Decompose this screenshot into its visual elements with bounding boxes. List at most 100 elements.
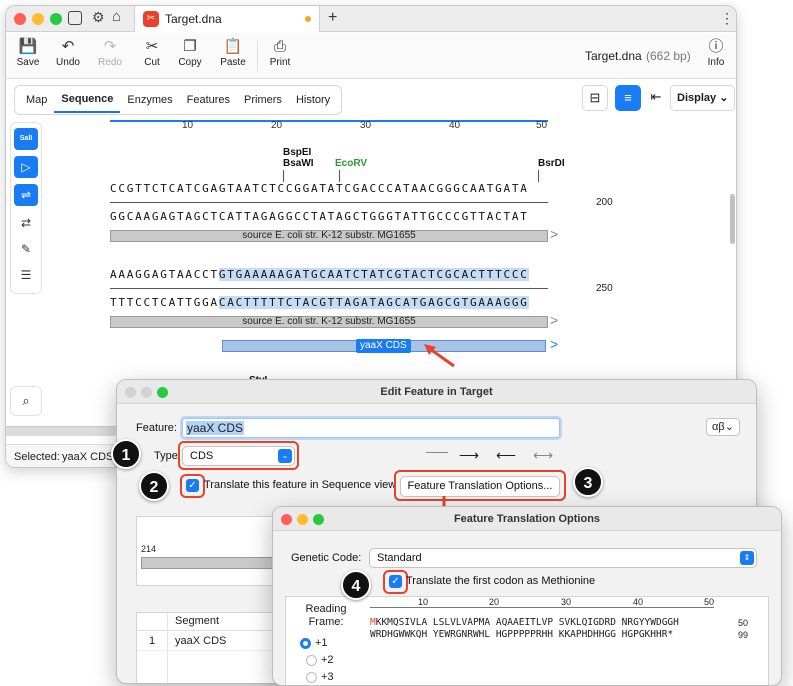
annotation-arrow-icon: [424, 344, 455, 368]
bottom-strand-seq[interactable]: GGCAAGAGTAGCTCATTAGAGGCCTATAGCTGGGTATTGC…: [110, 210, 529, 223]
tab-primers[interactable]: Primers: [237, 86, 289, 114]
info-button[interactable]: ⓘ Info: [696, 37, 736, 68]
paste-button[interactable]: 📋 Paste: [213, 37, 253, 68]
dialog-minimize-button[interactable]: [297, 514, 308, 525]
zoom-window-button[interactable]: [50, 13, 62, 25]
home-icon[interactable]: ⌂: [112, 8, 121, 25]
feature-name-input[interactable]: yaaX CDS: [182, 418, 560, 438]
toolbar-divider: [257, 41, 258, 71]
document-tab-title: Target.dna: [165, 12, 222, 26]
linear-view-icon[interactable]: ⊟: [582, 85, 608, 111]
source-feature[interactable]: source E. coli str. K-12 substr. MG1655: [110, 230, 548, 242]
tab-map[interactable]: Map: [19, 86, 54, 114]
translate-feature-label: Translate this feature in Sequence view: [204, 479, 397, 491]
translation-tool-icon[interactable]: ⇌: [14, 184, 38, 206]
dialog-close-button[interactable]: [281, 514, 292, 525]
preview-ruler-tick: 30: [561, 597, 572, 607]
highlight-ring-type: [178, 441, 299, 470]
save-button[interactable]: 💾 Save: [8, 37, 48, 68]
feature-tool-icon[interactable]: ▷: [14, 156, 38, 178]
printer-icon: ⎙: [273, 38, 286, 55]
enzyme-ecorv[interactable]: EcoRV: [335, 158, 367, 169]
horizontal-scrollbar[interactable]: [6, 426, 116, 436]
direction-forward-icon[interactable]: ⟶: [459, 447, 479, 464]
view-tabs: Map Sequence Enzymes Features Primers Hi…: [14, 85, 343, 115]
wrap-view-icon[interactable]: ≡: [615, 85, 641, 111]
gear-icon[interactable]: ⚙: [92, 9, 105, 26]
column-header-segment: Segment: [175, 615, 220, 627]
cut-site-line: [283, 170, 284, 182]
direction-none-icon[interactable]: [426, 452, 448, 453]
source-feature[interactable]: source E. coli str. K-12 substr. MG1655: [110, 316, 548, 328]
preview-ruler-line: [370, 607, 714, 608]
translation-preview-panel: Reading Frame: +1 +2 +3 10 20 30 40 50 M…: [285, 596, 769, 685]
enzyme-bsawi[interactable]: BsaWI: [283, 158, 314, 169]
cut-site-line: [538, 170, 539, 182]
minimize-window-button[interactable]: [32, 13, 44, 25]
close-window-button[interactable]: [14, 13, 26, 25]
tab-features[interactable]: Features: [180, 86, 237, 114]
brush-icon[interactable]: ✎: [14, 238, 38, 260]
status-value: yaaX CDS: [62, 451, 114, 463]
tab-enzymes[interactable]: Enzymes: [120, 86, 179, 114]
frame-plus1-label: +1: [315, 637, 328, 649]
top-strand-seq[interactable]: AAAGGAGTAACCTGTGAAAAAGATGCAATCTATCGTACTC…: [110, 268, 529, 281]
enzyme-bsrdi[interactable]: BsrDI: [538, 158, 565, 169]
dialog-minimize-button[interactable]: [141, 387, 152, 398]
cds-feature-label[interactable]: yaaX CDS: [356, 339, 411, 353]
redo-button[interactable]: ↷ Redo: [90, 37, 130, 68]
sidebar-toggle-icon[interactable]: [68, 11, 82, 25]
translation-line-2: WRDHGWWKQH YEWRGNRWHL HGPPPPPRHH KKAPHDH…: [370, 629, 674, 640]
ruler-tick-20: 20: [271, 120, 283, 131]
search-icon: ⌕: [22, 393, 30, 408]
scissors-icon: ✂: [145, 38, 159, 55]
translation-dialog-title: Feature Translation Options: [273, 507, 781, 531]
preview-ruler-tick: 40: [633, 597, 644, 607]
search-button[interactable]: ⌕: [10, 386, 42, 416]
top-strand-seq[interactable]: CCGTTCTCATCGAGTAATCTCCGGATATCGACCCATAACG…: [110, 182, 529, 195]
vertical-scrollbar[interactable]: [730, 194, 735, 244]
step-badge-2: 2: [139, 471, 169, 501]
more-menu-icon[interactable]: ⋮: [720, 10, 734, 27]
direction-reverse-icon[interactable]: ⟵: [496, 447, 516, 464]
highlight-ring-options: [394, 470, 566, 501]
genetic-code-label: Genetic Code:: [291, 552, 362, 564]
translation-line-1-number: 50: [738, 618, 749, 628]
cut-button[interactable]: ✂ Cut: [132, 37, 172, 68]
display-menu-button[interactable]: Display ⌄: [670, 85, 736, 111]
chevron-updown-icon: ⇕: [740, 551, 754, 565]
direction-both-icon[interactable]: ⟷: [533, 447, 553, 464]
dialog-zoom-button[interactable]: [313, 514, 324, 525]
tab-history[interactable]: History: [289, 86, 337, 114]
undo-button[interactable]: ↶ Undo: [48, 37, 88, 68]
copy-button[interactable]: ❐ Copy: [170, 37, 210, 68]
status-label: Selected:: [14, 451, 60, 463]
frame-plus3-radio[interactable]: [306, 672, 317, 683]
reading-frame-label: Reading Frame:: [305, 603, 347, 628]
step-badge-1: 1: [111, 439, 141, 469]
genetic-code-select[interactable]: Standard ⇕: [369, 548, 757, 568]
title-bar: ⚙ ⌂ ✂ Target.dna + ⋮: [6, 6, 736, 32]
print-button[interactable]: ⎙ Print: [260, 37, 300, 68]
enzyme-bspei[interactable]: BspEI: [283, 147, 311, 158]
bottom-strand-seq[interactable]: TTTCCTCATTGGACACTTTTTCTACGTTAGATAGCATGAG…: [110, 296, 529, 309]
frame-plus2-radio[interactable]: [306, 655, 317, 666]
tab-sequence[interactable]: Sequence: [54, 87, 121, 113]
dialog-zoom-button[interactable]: [157, 387, 168, 398]
position-number: 200: [596, 197, 613, 208]
swap-strands-icon[interactable]: ⇄: [14, 212, 38, 234]
undo-icon: ↶: [61, 38, 75, 55]
toolbar: 💾 Save ↶ Undo ↷ Redo ✂ Cut ❐ Copy 📋 Paste ⎙ Pri…: [6, 33, 736, 79]
frame-plus1-radio[interactable]: [300, 638, 311, 649]
ruler-tick-10: 10: [182, 120, 194, 131]
numbering-icon[interactable]: ☰: [14, 264, 38, 286]
new-tab-button[interactable]: +: [328, 9, 337, 27]
edit-feature-dialog-title: Edit Feature in Target: [117, 380, 756, 404]
document-tab[interactable]: ✂ Target.dna: [134, 6, 320, 32]
file-name: Target.dna: [585, 49, 642, 63]
dialog-close-button[interactable]: [125, 387, 136, 398]
unsaved-dot-icon: [305, 16, 311, 22]
restriction-enzyme-tool[interactable]: SalI: [14, 128, 38, 150]
fit-view-icon[interactable]: ⇤: [643, 85, 669, 111]
special-characters-button[interactable]: αβ⌄: [706, 418, 740, 436]
